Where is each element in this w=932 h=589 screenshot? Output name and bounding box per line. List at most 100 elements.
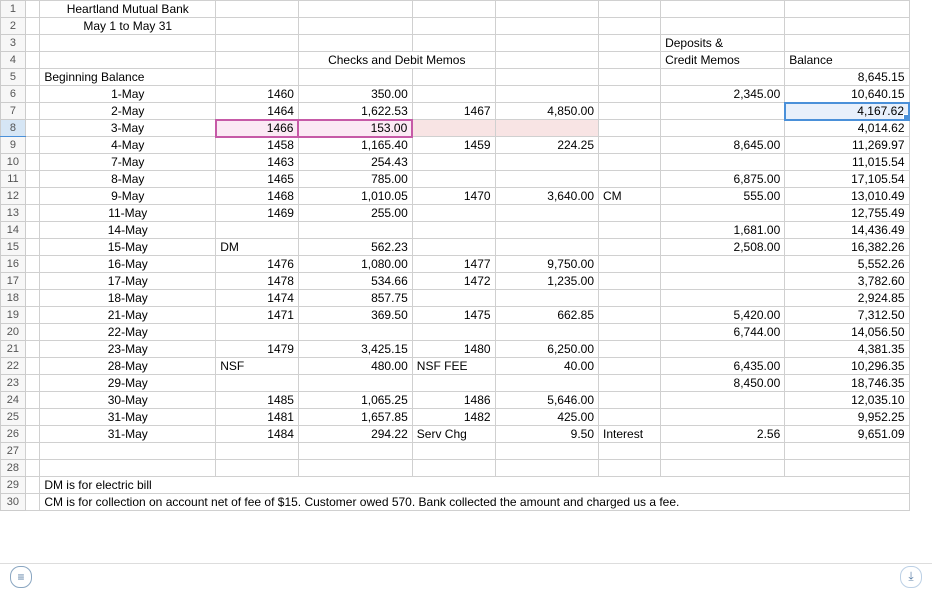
table-row[interactable]: 2531-May14811,657.851482425.009,952.25 <box>1 409 910 426</box>
row-number[interactable]: 2 <box>1 18 26 35</box>
check-num[interactable]: 1476 <box>216 256 299 273</box>
amount[interactable]: 425.00 <box>495 409 598 426</box>
amount[interactable] <box>495 171 598 188</box>
date-cell[interactable]: 18-May <box>40 290 216 307</box>
note-cell[interactable] <box>599 154 661 171</box>
table-row[interactable]: 1818-May1474857.752,924.85 <box>1 290 910 307</box>
balance[interactable]: 17,105.54 <box>785 171 909 188</box>
table-row[interactable]: 118-May1465785.006,875.0017,105.54 <box>1 171 910 188</box>
row-number[interactable]: 20 <box>1 324 26 341</box>
date-cell[interactable]: 9-May <box>40 188 216 205</box>
note-cell[interactable] <box>599 358 661 375</box>
note-cell[interactable] <box>599 392 661 409</box>
check-num[interactable] <box>412 324 495 341</box>
check-num[interactable]: 1475 <box>412 307 495 324</box>
table-row[interactable]: 94-May14581,165.401459224.258,645.0011,2… <box>1 137 910 154</box>
amount[interactable]: 369.50 <box>298 307 412 324</box>
amount[interactable]: 480.00 <box>298 358 412 375</box>
check-num[interactable]: 1468 <box>216 188 299 205</box>
amount[interactable]: 294.22 <box>298 426 412 443</box>
deposit[interactable] <box>661 409 785 426</box>
check-num[interactable] <box>216 222 299 239</box>
row-number[interactable]: 21 <box>1 341 26 358</box>
deposit[interactable] <box>661 154 785 171</box>
menu-icon[interactable]: ≡ <box>10 566 32 588</box>
check-num[interactable]: 1463 <box>216 154 299 171</box>
table-row[interactable]: 1616-May14761,080.0014779,750.005,552.26 <box>1 256 910 273</box>
balance-header[interactable]: Balance <box>785 52 909 69</box>
balance[interactable]: 4,381.35 <box>785 341 909 358</box>
amount[interactable]: 350.00 <box>298 86 412 103</box>
check-num[interactable] <box>412 375 495 392</box>
note-cell[interactable] <box>599 409 661 426</box>
deposit[interactable] <box>661 341 785 358</box>
table-row[interactable]: 2329-May8,450.0018,746.35 <box>1 375 910 392</box>
table-row[interactable]: 1515-MayDM562.232,508.0016,382.26 <box>1 239 910 256</box>
deposit[interactable]: 8,645.00 <box>661 137 785 154</box>
amount[interactable] <box>495 375 598 392</box>
row-number[interactable]: 25 <box>1 409 26 426</box>
table-row[interactable]: 2228-MayNSF480.00NSF FEE40.006,435.0010,… <box>1 358 910 375</box>
balance[interactable]: 13,010.49 <box>785 188 909 205</box>
beginning-balance[interactable]: 8,645.15 <box>785 69 909 86</box>
table-row[interactable]: 2430-May14851,065.2514865,646.0012,035.1… <box>1 392 910 409</box>
deposit[interactable]: 555.00 <box>661 188 785 205</box>
amount[interactable]: 5,646.00 <box>495 392 598 409</box>
date-cell[interactable]: 2-May <box>40 103 216 120</box>
note-cell[interactable] <box>599 86 661 103</box>
check-num[interactable] <box>412 154 495 171</box>
row-number[interactable]: 11 <box>1 171 26 188</box>
bank-name[interactable]: Heartland Mutual Bank <box>40 1 216 18</box>
row-number[interactable]: 22 <box>1 358 26 375</box>
spreadsheet-grid[interactable]: 1Heartland Mutual Bank 2May 1 to May 31 … <box>0 0 910 511</box>
row-number[interactable]: 18 <box>1 290 26 307</box>
check-num[interactable]: 1471 <box>216 307 299 324</box>
check-num[interactable] <box>412 86 495 103</box>
deposit[interactable] <box>661 273 785 290</box>
date-cell[interactable]: 30-May <box>40 392 216 409</box>
check-num[interactable] <box>412 239 495 256</box>
row-number[interactable]: 26 <box>1 426 26 443</box>
amount[interactable] <box>495 86 598 103</box>
check-num[interactable]: 1474 <box>216 290 299 307</box>
beginning-balance-label[interactable]: Beginning Balance <box>40 69 216 86</box>
date-cell[interactable]: 14-May <box>40 222 216 239</box>
amount[interactable]: 1,065.25 <box>298 392 412 409</box>
amount[interactable]: 1,657.85 <box>298 409 412 426</box>
note-cell[interactable] <box>599 324 661 341</box>
date-cell[interactable]: 7-May <box>40 154 216 171</box>
check-num[interactable] <box>412 290 495 307</box>
table-row[interactable]: 1921-May1471369.501475662.855,420.007,31… <box>1 307 910 324</box>
table-row[interactable]: 2022-May6,744.0014,056.50 <box>1 324 910 341</box>
balance[interactable]: 18,746.35 <box>785 375 909 392</box>
check-num[interactable]: 1460 <box>216 86 299 103</box>
check-num[interactable]: 1470 <box>412 188 495 205</box>
amount[interactable] <box>298 375 412 392</box>
amount[interactable]: 6,250.00 <box>495 341 598 358</box>
balance[interactable]: 5,552.26 <box>785 256 909 273</box>
check-num[interactable]: 1480 <box>412 341 495 358</box>
balance[interactable]: 9,952.25 <box>785 409 909 426</box>
amount[interactable] <box>298 324 412 341</box>
row-number[interactable]: 12 <box>1 188 26 205</box>
note-cell[interactable] <box>599 120 661 137</box>
amount[interactable]: 1,080.00 <box>298 256 412 273</box>
amount[interactable]: 534.66 <box>298 273 412 290</box>
check-num[interactable] <box>412 120 495 137</box>
row-number[interactable]: 9 <box>1 137 26 154</box>
check-num[interactable]: 1484 <box>216 426 299 443</box>
check-num[interactable]: 1481 <box>216 409 299 426</box>
amount[interactable]: 255.00 <box>298 205 412 222</box>
check-num[interactable]: 1466 <box>216 120 299 137</box>
table-row[interactable]: 1311-May1469255.0012,755.49 <box>1 205 910 222</box>
amount[interactable]: 662.85 <box>495 307 598 324</box>
check-num[interactable]: DM <box>216 239 299 256</box>
check-num[interactable] <box>412 171 495 188</box>
balance[interactable]: 16,382.26 <box>785 239 909 256</box>
check-num[interactable]: 1459 <box>412 137 495 154</box>
note-cell[interactable] <box>599 273 661 290</box>
check-num[interactable] <box>216 375 299 392</box>
check-num[interactable] <box>216 324 299 341</box>
amount[interactable] <box>495 120 598 137</box>
date-cell[interactable]: 3-May <box>40 120 216 137</box>
